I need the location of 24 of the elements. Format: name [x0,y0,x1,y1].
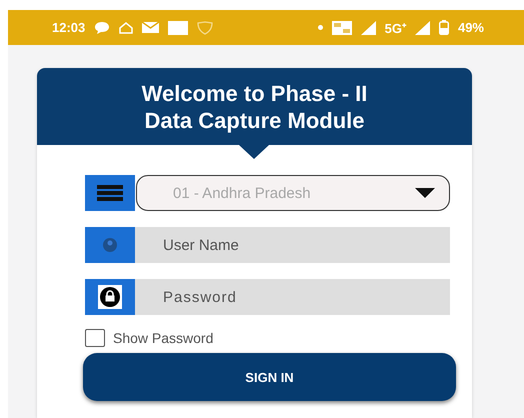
checkbox-label: Show Password [113,330,214,346]
caret-icon [415,188,435,198]
home-icon [119,22,134,34]
sign-in-button[interactable]: SIGN IN [83,353,456,401]
signal-icon [414,20,430,34]
data-icon [332,20,352,34]
network-type: 5G⁺ [384,20,406,36]
password-field[interactable]: Password [135,279,450,315]
image-icon [168,20,188,34]
title-line: Data Capture Module [144,106,365,134]
show-password-checkbox[interactable] [85,329,105,347]
title-line: Welcome to Phase - II [142,80,368,106]
shield-icon [197,20,214,34]
clock: 12:03 [52,20,86,35]
dot-icon [318,25,323,30]
username-field[interactable]: User Name [135,227,450,263]
mail-icon [142,22,160,33]
user-icon [85,227,135,263]
menu-icon [85,175,135,211]
lock-icon [85,279,135,315]
signal-icon [360,20,376,34]
chat-icon [94,21,110,34]
battery-level: 49% [458,20,484,35]
battery-icon [438,20,449,35]
